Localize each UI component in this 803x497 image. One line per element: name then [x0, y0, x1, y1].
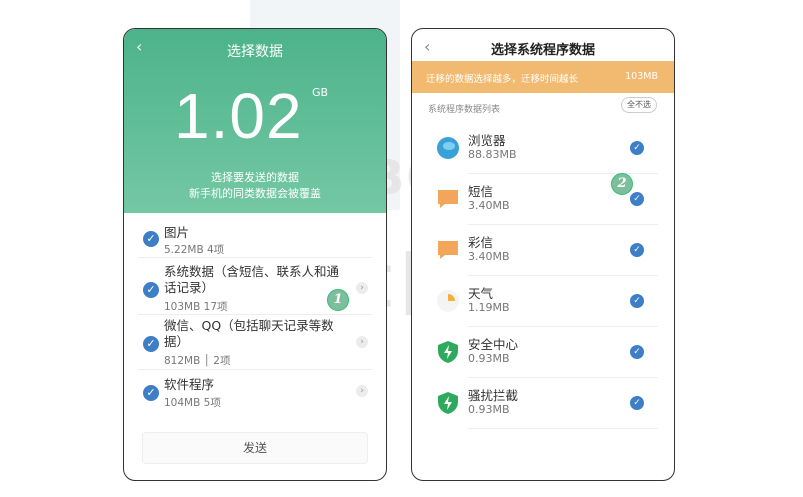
warning-banner: 迁移的数据选择越多，迁移时间越长 103MB	[412, 61, 674, 93]
checkbox-checked-icon[interactable]: ✓	[630, 141, 644, 155]
divider	[138, 369, 372, 370]
item-title-line-2: 话记录）	[164, 280, 215, 295]
app-name: 彩信	[468, 235, 494, 250]
divider	[468, 224, 658, 225]
hint-line-2: 新手机的同类数据会被覆盖	[189, 187, 321, 200]
phone-screen-system-data: ‹ 选择系统程序数据 迁移的数据选择越多，迁移时间越长 103MB 系统程序数据…	[411, 28, 675, 481]
item-title-line-2: 据）	[164, 334, 190, 349]
item-title: 软件程序	[164, 377, 215, 392]
divider	[138, 314, 372, 315]
send-button[interactable]: 发送	[142, 432, 368, 464]
warning-text: 迁移的数据选择越多，迁移时间越长	[426, 74, 579, 85]
app-name: 短信	[468, 184, 494, 199]
step-callout-1: 1	[327, 289, 349, 311]
divider	[468, 377, 658, 378]
step-callout-2: 2	[611, 173, 633, 195]
checkbox-checked-icon[interactable]: ✓	[143, 231, 159, 247]
item-subtitle: 103MB 17项	[164, 301, 228, 313]
divider	[138, 257, 372, 258]
chevron-right-icon[interactable]: ›	[356, 385, 368, 397]
app-size: 0.93MB	[468, 352, 510, 365]
checkbox-checked-icon[interactable]: ✓	[143, 282, 159, 298]
list-item-browser[interactable]: 浏览器 88.83MB ✓	[430, 124, 658, 174]
security-center-icon	[438, 341, 458, 363]
app-size: 3.40MB	[468, 250, 510, 263]
checkbox-checked-icon[interactable]: ✓	[630, 294, 644, 308]
item-title-line-1: 系统数据（含短信、联系人和通	[164, 264, 340, 279]
item-subtitle: 5.22MB 4项	[164, 244, 225, 256]
data-item-wechat-qq[interactable]: ✓ 微信、QQ（包括聊天记录等数 据） 812MB │ 2项 ›	[138, 317, 372, 369]
browser-icon	[437, 137, 459, 159]
page-title: 选择系统程序数据	[490, 43, 595, 58]
app-name: 安全中心	[468, 337, 519, 352]
item-title-line-1: 微信、QQ（包括聊天记录等数	[164, 318, 334, 333]
divider	[468, 275, 658, 276]
selected-size: 103MB	[625, 71, 658, 82]
total-size-value: 1.02	[174, 80, 303, 152]
app-size: 3.40MB	[468, 199, 510, 212]
item-subtitle: 104MB 5项	[164, 397, 221, 409]
deselect-all-button[interactable]: 全不选	[621, 97, 657, 113]
phone-screen-select-data: ‹ 选择数据 1.02 GB 选择要发送的数据 新手机的同类数据会被覆盖 ✓ 图…	[123, 28, 387, 481]
sms-icon	[438, 190, 458, 208]
app-name: 浏览器	[468, 133, 506, 148]
top-bar: ‹ 选择系统程序数据	[412, 29, 674, 61]
list-header: 系统程序数据列表	[428, 105, 501, 115]
app-size: 0.93MB	[468, 403, 510, 416]
checkbox-checked-icon[interactable]: ✓	[630, 192, 644, 206]
weather-icon	[437, 290, 459, 312]
list-item-security-center[interactable]: 安全中心 0.93MB ✓	[430, 328, 658, 378]
item-subtitle: 812MB │ 2项	[164, 355, 231, 367]
checkbox-checked-icon[interactable]: ✓	[630, 243, 644, 257]
checkbox-checked-icon[interactable]: ✓	[630, 396, 644, 410]
summary-header: ‹ 选择数据 1.02 GB 选择要发送的数据 新手机的同类数据会被覆盖	[124, 29, 386, 213]
page-title: 选择数据	[227, 44, 283, 60]
divider	[468, 326, 658, 327]
list-item-mms[interactable]: 彩信 3.40MB ✓	[430, 226, 658, 276]
checkbox-checked-icon[interactable]: ✓	[143, 336, 159, 352]
total-size-unit: GB	[312, 86, 329, 99]
app-size: 1.19MB	[468, 301, 510, 314]
data-item-photos[interactable]: ✓ 图片 5.22MB 4项	[138, 225, 372, 265]
data-item-apps[interactable]: ✓ 软件程序 104MB 5项 ›	[138, 377, 372, 417]
mms-icon	[438, 241, 458, 259]
divider	[468, 173, 658, 174]
divider	[468, 428, 658, 429]
item-title: 图片	[164, 225, 190, 240]
app-name: 骚扰拦截	[468, 388, 519, 403]
chevron-right-icon[interactable]: ›	[356, 336, 368, 348]
checkbox-checked-icon[interactable]: ✓	[630, 345, 644, 359]
harassment-block-icon	[438, 392, 458, 414]
app-size: 88.83MB	[468, 148, 517, 161]
hint-line-1: 选择要发送的数据	[211, 171, 299, 184]
checkbox-checked-icon[interactable]: ✓	[143, 385, 159, 401]
list-item-weather[interactable]: 天气 1.19MB ✓	[430, 277, 658, 327]
app-name: 天气	[468, 286, 494, 301]
list-item-harassment-block[interactable]: 骚扰拦截 0.93MB ✓	[430, 379, 658, 429]
chevron-right-icon[interactable]: ›	[356, 282, 368, 294]
